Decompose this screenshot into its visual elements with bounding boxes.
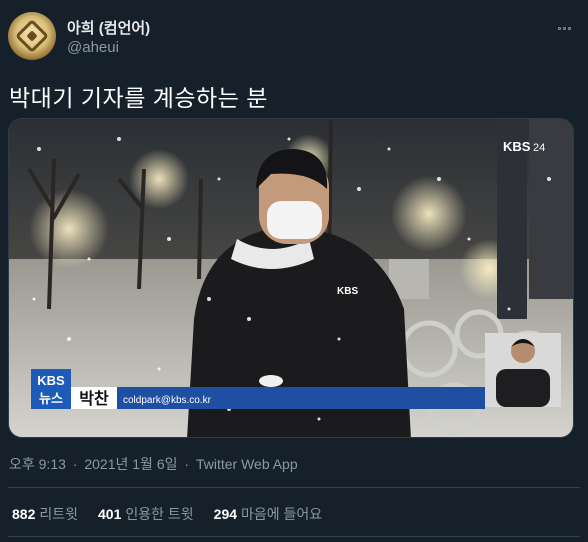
retweets-stat[interactable]: 882 리트윗	[12, 504, 78, 524]
likes-count: 294	[213, 506, 238, 522]
more-dot-icon	[557, 26, 561, 30]
divider	[8, 487, 580, 488]
tweet-header: 아희 (컴언어) @aheui	[8, 12, 578, 62]
likes-stat[interactable]: 294 마음에 들어요	[214, 504, 323, 524]
user-handle[interactable]: @aheui	[67, 39, 119, 56]
tweet-stats: 882 리트윗 401 인용한 트윗 294 마음에 들어요	[12, 504, 322, 524]
tweet-text: 박대기 기자를 계승하는 분	[9, 85, 268, 111]
divider	[8, 536, 580, 537]
tweet: 아희 (컴언어) @aheui 박대기 기자를 계승하는 분 KBS 24 KB…	[0, 0, 588, 542]
user-display-name[interactable]: 아희 (컴언어)	[67, 17, 150, 38]
tweet-time[interactable]: 오후 9:13	[9, 456, 66, 472]
chyron-name: 박찬	[79, 389, 109, 408]
more-dot-icon	[562, 26, 566, 30]
quotes-count: 401	[98, 506, 122, 522]
channel-logo-suffix: 24	[533, 142, 545, 154]
quotes-label: 인용한 트윗	[125, 506, 194, 522]
retweets-label: 리트윗	[39, 506, 78, 522]
channel-logo: KBS	[503, 139, 531, 154]
quotes-stat[interactable]: 401 인용한 트윗	[98, 504, 194, 524]
likes-label: 마음에 들어요	[241, 506, 323, 522]
avatar[interactable]	[8, 12, 56, 60]
meta-separator: ·	[184, 456, 190, 472]
tweet-source[interactable]: Twitter Web App	[196, 456, 298, 472]
chyron-brand-line1: KBS	[37, 373, 65, 388]
more-options-button[interactable]	[552, 18, 576, 38]
tweet-media-image[interactable]: KBS 24 KBS KBS 뉴스 박찬 coldpark@kbs.co.kr	[8, 118, 574, 438]
meta-separator: ·	[72, 456, 78, 472]
retweets-count: 882	[12, 506, 36, 522]
chyron-email: coldpark@kbs.co.kr	[123, 395, 212, 406]
tweet-date[interactable]: 2021년 1월 6일	[84, 456, 177, 472]
chyron-brand-line2: 뉴스	[39, 391, 63, 406]
avatar-logo-icon	[15, 19, 49, 53]
tweet-meta: 오후 9:13 · 2021년 1월 6일 · Twitter Web App	[9, 454, 301, 474]
more-dot-icon	[567, 26, 571, 30]
jacket-logo: KBS	[337, 286, 358, 297]
news-broadcast-image: KBS 24 KBS KBS 뉴스 박찬 coldpark@kbs.co.kr	[9, 119, 573, 437]
